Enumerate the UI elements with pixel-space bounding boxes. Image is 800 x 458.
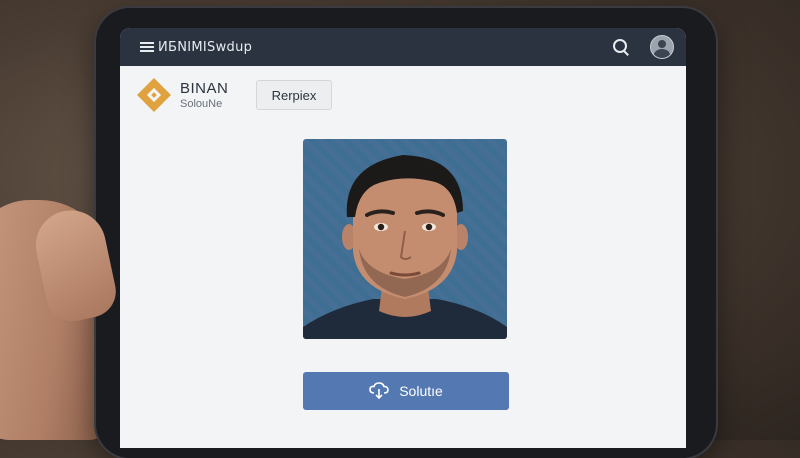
app-title: ИБNIMISwdup xyxy=(158,39,253,55)
diamond-logo-icon xyxy=(137,78,171,112)
profile-photo xyxy=(303,139,507,339)
brand-subtitle: SolouNe xyxy=(180,98,223,110)
brand-logo: BINAN SolouNe xyxy=(137,78,229,112)
cloud-icon xyxy=(369,382,390,400)
search-icon[interactable] xyxy=(612,38,630,56)
solution-button-label: Solutıe xyxy=(399,383,443,399)
brand-name: BINAN xyxy=(180,80,229,97)
app-screen: ИБNIMISwdup BINAN SolouNe Rerpiex Solutı… xyxy=(120,28,686,448)
avatar-icon[interactable] xyxy=(650,35,674,59)
solution-button[interactable]: Solutıe xyxy=(303,372,509,410)
top-bar: ИБNIMISwdup xyxy=(120,28,686,66)
menu-icon[interactable] xyxy=(140,42,154,52)
secondary-button[interactable]: Rerpiex xyxy=(256,80,332,110)
main-content: BINAN SolouNe Rerpiex Solutıe xyxy=(120,66,686,448)
